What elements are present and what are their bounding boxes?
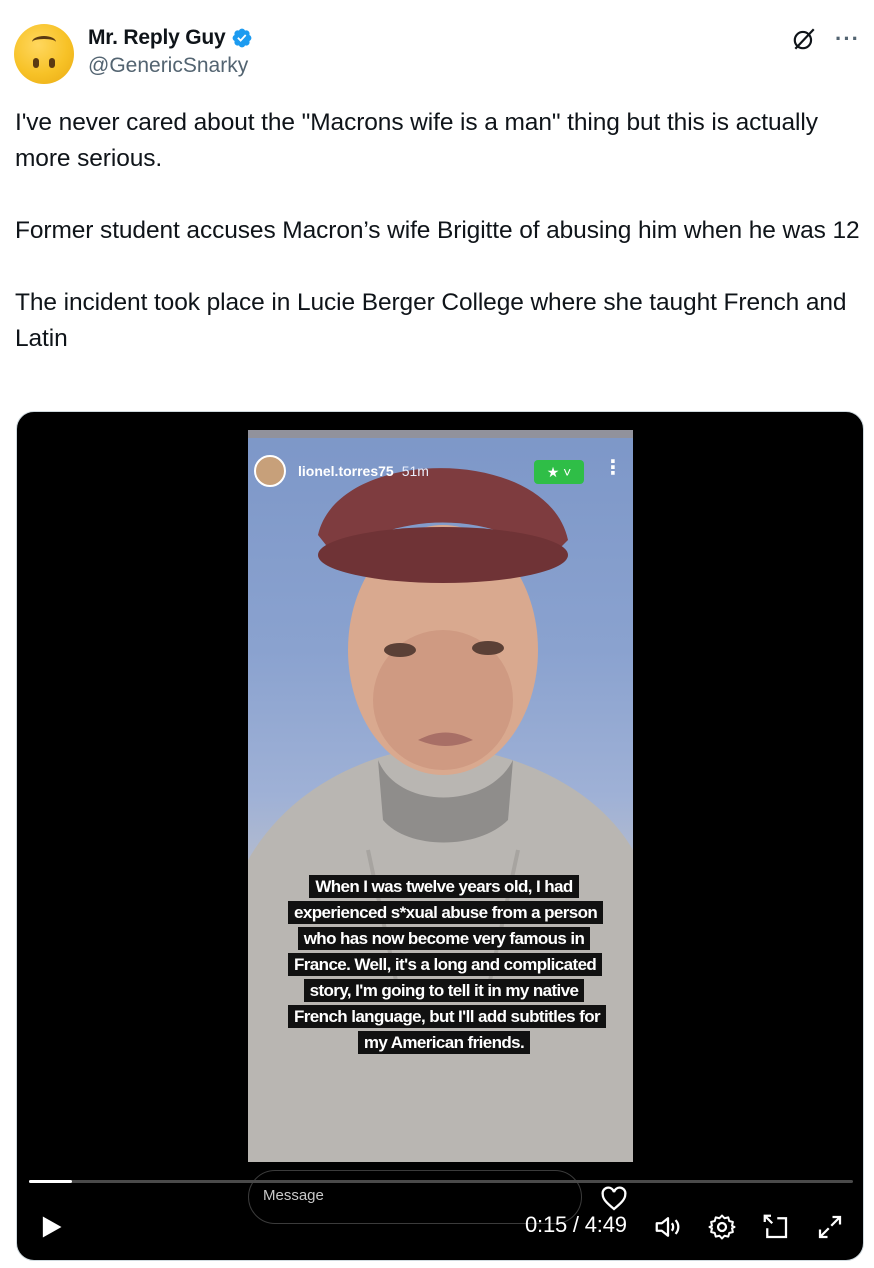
avatar-eye-left [33, 58, 39, 68]
story-time: 51m [401, 463, 429, 479]
volume-icon[interactable] [653, 1212, 683, 1242]
story-header: lionel.torres75 51m ★ ˅ ⋮ [254, 452, 623, 490]
story-avatar[interactable] [254, 455, 286, 487]
author-info: Mr. Reply Guy @GenericSnarky [88, 26, 253, 78]
close-friends-badge[interactable]: ★ ˅ [534, 460, 584, 484]
progress-fill [29, 1180, 72, 1183]
tweet-paragraph-1: I've never cared about the "Macrons wife… [15, 109, 818, 172]
story-more-icon[interactable]: ⋮ [603, 458, 623, 478]
settings-icon[interactable] [707, 1212, 737, 1242]
story-username[interactable]: lionel.torres75 [298, 463, 394, 479]
tweet-text: I've never cared about the "Macrons wife… [15, 105, 861, 357]
avatar-eye-right [49, 58, 55, 68]
display-name[interactable]: Mr. Reply Guy [88, 26, 226, 50]
fullscreen-icon[interactable] [815, 1212, 845, 1242]
progress-bar[interactable] [29, 1180, 853, 1183]
grok-icon[interactable] [791, 26, 817, 52]
star-icon: ★ ˅ [546, 463, 572, 480]
picture-in-picture-icon[interactable] [761, 1212, 791, 1242]
time-display: 0:15 / 4:49 [525, 1212, 627, 1237]
tweet-paragraph-3: The incident took place in Lucie Berger … [15, 289, 847, 352]
handle[interactable]: @GenericSnarky [88, 54, 253, 78]
video-player[interactable]: lionel.torres75 51m ★ ˅ ⋮ When I was twe… [16, 411, 864, 1261]
story-caption-text: When I was twelve years old, I had exper… [288, 875, 606, 1054]
more-icon[interactable]: ··· [835, 28, 860, 50]
avatar-mouth [32, 36, 56, 48]
verified-badge-icon[interactable] [231, 27, 253, 49]
avatar[interactable] [14, 24, 74, 84]
header-actions: ··· [791, 26, 860, 52]
message-placeholder: Message [263, 1187, 324, 1204]
story-caption: When I was twelve years old, I had exper… [288, 874, 606, 1056]
heart-icon[interactable] [597, 1184, 631, 1214]
tweet-header: Mr. Reply Guy @GenericSnarky ··· [14, 22, 860, 86]
play-icon[interactable] [37, 1212, 65, 1242]
story-frame: lionel.torres75 51m ★ ˅ ⋮ When I was twe… [248, 430, 633, 1162]
tweet-paragraph-2: Former student accuses Macron’s wife Bri… [15, 217, 860, 244]
name-row: Mr. Reply Guy [88, 26, 253, 50]
